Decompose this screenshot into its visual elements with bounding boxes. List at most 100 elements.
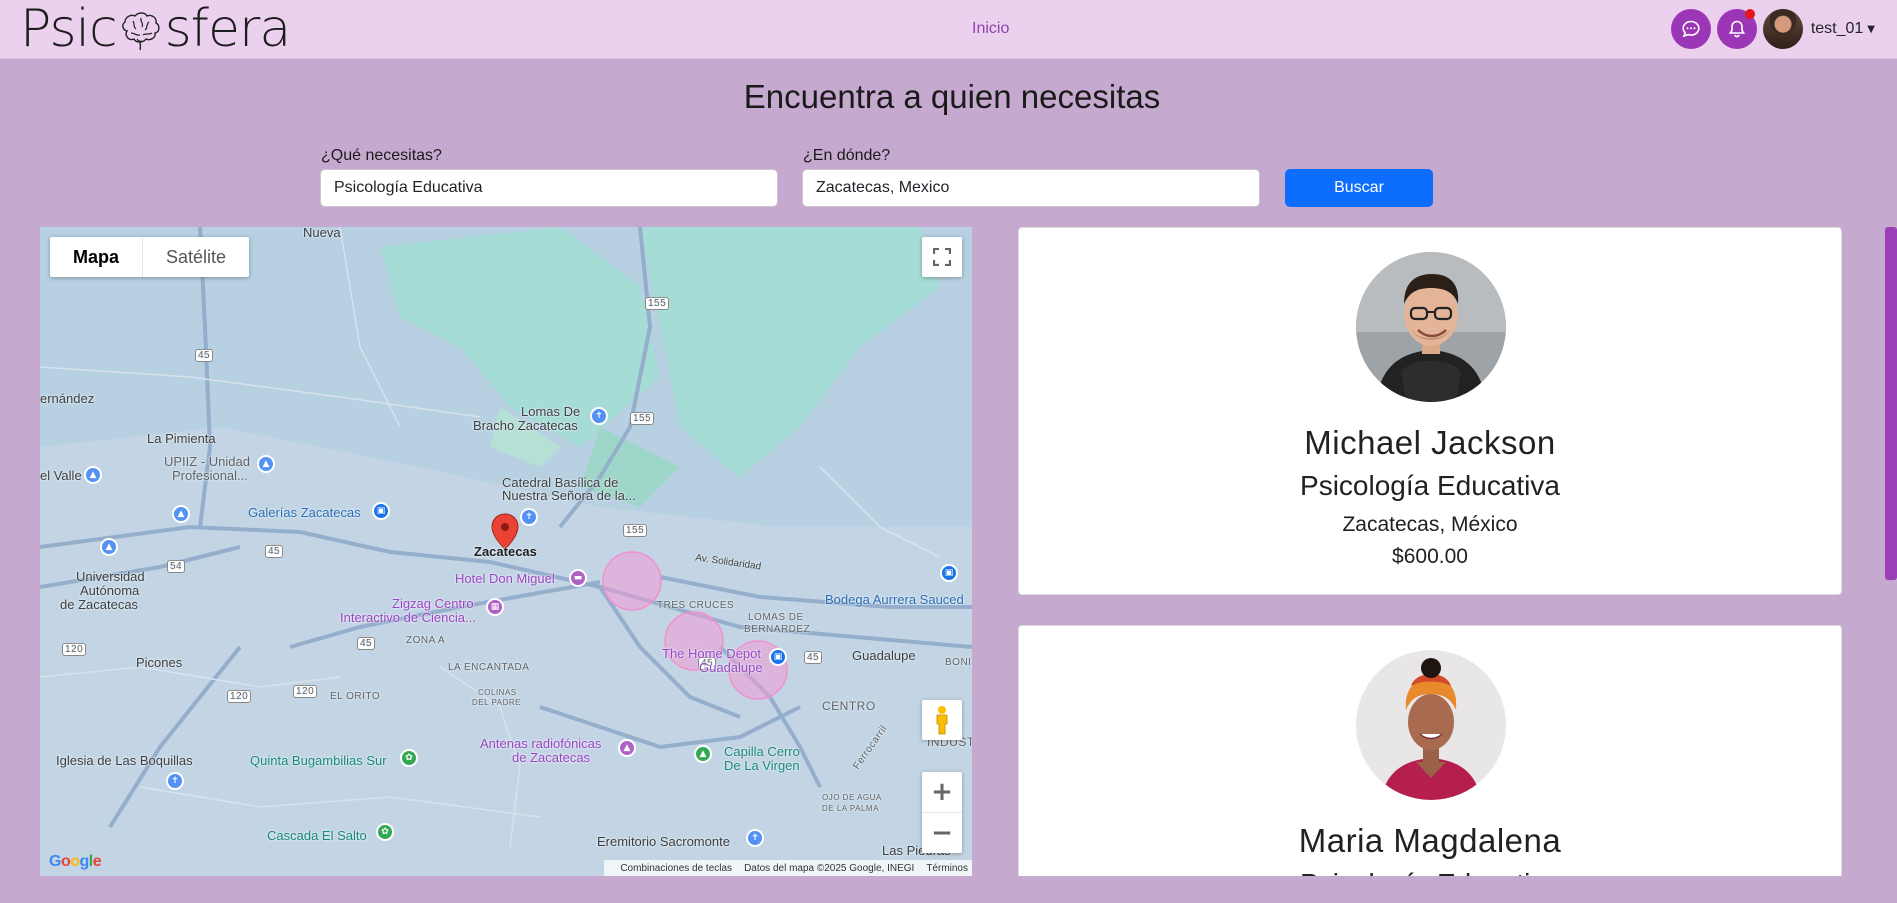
map-label: OJO DE AGUA [822,793,882,802]
zoom-in-button[interactable]: + [922,773,962,813]
search-button[interactable]: Buscar [1285,169,1433,207]
map-label: Capilla Cerro [724,744,800,759]
map-label: Zigzag Centro [392,596,474,611]
map-label: Interactivo de Ciencia... [340,610,476,625]
school-icon: ▲ [84,466,102,484]
professional-name[interactable]: Michael Jackson [1019,424,1841,462]
chat-icon [1682,20,1700,38]
map-label: Iglesia de Las Boquillas [56,753,193,768]
church-icon: ✝ [166,772,184,790]
person-photo [1356,650,1506,800]
map-label: DEL PADRE [472,698,521,707]
map-label: Zacatecas [474,544,537,559]
what-label: ¿Qué necesitas? [321,147,442,164]
map-label: LA ENCANTADA [448,662,530,673]
road-shield: 45 [357,637,376,650]
fullscreen-icon [933,248,951,266]
map-type-map-button[interactable]: Mapa [50,237,142,277]
shopping-icon: ▣ [372,502,390,520]
map-label: Cascada El Salto [267,828,367,843]
map[interactable]: 155 155 155 45 45 45 45 45 54 120 120 12… [40,227,972,876]
zoom-out-button[interactable]: − [922,813,962,853]
shopping-cart-icon: ▣ [940,564,958,582]
brain-icon [121,12,160,51]
church-icon: ✝ [590,407,608,425]
map-label: Lomas De [521,404,581,419]
where-label: ¿En dónde? [803,147,891,164]
road-shield: 45 [195,349,214,362]
nav-link-inicio[interactable]: Inicio [972,20,1009,38]
professional-card[interactable]: Maria Magdalena Psicología Educativa [1018,625,1842,876]
store-icon: ▣ [769,648,787,666]
notifications-button[interactable] [1716,9,1757,49]
map-label: Bracho Zacatecas [473,418,578,433]
username[interactable]: test_01 [1811,20,1863,38]
road-shield: 155 [623,524,648,537]
map-label: el Valle [40,468,82,483]
google-logo[interactable]: Google [49,853,102,871]
navbar-right: test_01 ▼ [1665,9,1875,49]
results-list: Michael Jackson Psicología Educativa Zac… [1018,227,1842,876]
map-label: TRES CRUCES [657,600,735,611]
pegman-icon [936,706,948,735]
map-label: Universidad [76,569,145,584]
messages-button[interactable] [1670,9,1711,49]
map-label: Guadalupe [852,648,916,663]
map-label: COLINAS [478,688,517,697]
brand-text-2: sfera [164,0,292,59]
map-label: Eremitorio Sacromonte [597,834,730,849]
professional-card[interactable]: Michael Jackson Psicología Educativa Zac… [1018,227,1842,595]
map-label: Picones [136,655,183,670]
zoom-control: + − [922,772,962,853]
map-label: Autónoma [80,583,140,598]
road-shield: 54 [167,560,186,573]
terms-link[interactable]: Términos [926,863,968,874]
museum-icon: ▦ [486,598,504,616]
church-icon: ✝ [746,829,764,847]
chevron-down-icon[interactable]: ▼ [1867,24,1875,35]
hotel-icon: ▬ [569,569,587,587]
map-label: Nuestra Señora de la... [502,488,636,503]
specialty-input[interactable]: Psicología Educativa [320,169,778,207]
brand-logo[interactable]: Psic sfera [20,0,292,59]
school-icon: ▲ [257,455,275,473]
map-label: Quinta Bugambilias Sur [250,753,387,768]
park-icon: ✿ [400,749,418,767]
map-label: de Zacatecas [60,597,139,612]
profile-photo [1356,252,1506,402]
map-label: La Pimienta [147,431,216,446]
road-shield: 120 [227,690,252,703]
road-shield: 45 [265,545,284,558]
map-label: LOMAS DE [748,612,804,623]
map-label: BERNARDEZ [744,624,811,635]
map-label: Hotel Don Miguel [455,571,555,586]
road-shield: 120 [293,685,318,698]
minus-icon: − [931,817,953,848]
road-shield: 155 [630,412,655,425]
map-label: Galerías Zacatecas [248,505,361,520]
fullscreen-button[interactable] [922,237,962,277]
user-avatar[interactable] [1762,9,1803,49]
map-label: Guadalupe [699,660,763,675]
professional-specialty: Psicología Educativa [1019,868,1841,876]
professional-specialty: Psicología Educativa [1300,470,1560,501]
map-label: UPIIZ - Unidad [164,454,250,469]
street-view-button[interactable] [922,700,962,740]
map-type-satellite-button[interactable]: Satélite [142,237,249,277]
map-data-text: Datos del mapa ©2025 Google, INEGI [744,862,915,874]
keyboard-shortcuts-link[interactable]: Combinaciones de teclas [620,863,732,874]
professional-location: Zacatecas, México [1342,513,1518,536]
road-shield: 155 [645,297,670,310]
park-icon: ✿ [376,823,394,841]
map-label: Profesional... [172,468,248,483]
professional-name[interactable]: Maria Magdalena [1019,822,1841,860]
profile-photo [1356,650,1506,800]
map-label: CENTRO [822,699,876,713]
school-icon: ▲ [100,538,118,556]
results-scrollbar[interactable] [1885,227,1897,580]
bell-icon [1728,20,1746,38]
map-label: Nueva [303,227,341,240]
map-label: De La Virgen [724,758,800,773]
location-input[interactable]: Zacatecas, Mexico [802,169,1260,207]
map-label: Antenas radiofónicas [480,736,602,751]
